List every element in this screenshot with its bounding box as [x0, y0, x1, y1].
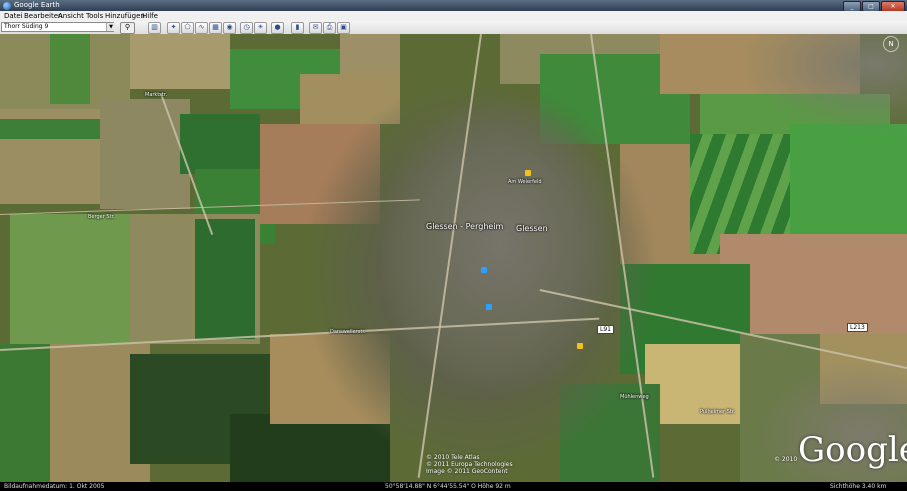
street-label: Berger Str. [88, 214, 115, 220]
poi-marker[interactable] [481, 267, 487, 273]
search-input-value: Thorr Süding 9 [4, 23, 49, 30]
copyright-line: © 2010 Tele Atlas [426, 454, 480, 461]
placemark-icon[interactable]: ✦ [167, 22, 180, 34]
tour-icon[interactable]: ◉ [223, 22, 236, 34]
save-image-icon[interactable]: ▣ [337, 22, 350, 34]
sidebar-icon[interactable]: ▥ [148, 22, 161, 34]
search-input[interactable]: Thorr Süding 9 [1, 22, 114, 32]
window-title: Google Earth [14, 1, 60, 9]
copyright-line: Image © 2011 GeoContent [426, 468, 508, 475]
path-icon[interactable]: ∿ [195, 22, 208, 34]
menu-ansicht[interactable]: Ansicht [58, 12, 84, 20]
road-label-l213: L213 [847, 323, 868, 332]
imagery-date: Bildaufnahmedatum: 1. Okt 2005 [4, 483, 105, 490]
historical-imagery-icon[interactable]: ◷ [240, 22, 253, 34]
field [180, 114, 260, 174]
menu-hinzufuegen[interactable]: Hinzufügen [105, 12, 145, 20]
planets-icon[interactable]: ● [271, 22, 284, 34]
menu-hilfe[interactable]: Hilfe [142, 12, 158, 20]
email-icon[interactable]: ✉ [309, 22, 322, 34]
overlay-icon[interactable]: ▦ [209, 22, 222, 34]
field [790, 124, 907, 234]
street-label: Marktstr. [145, 92, 168, 98]
town-area [740, 34, 907, 134]
status-bar: Bildaufnahmedatum: 1. Okt 2005 50°58'14.… [0, 482, 907, 491]
field [340, 34, 400, 74]
street-label: Am Weierfeld [508, 179, 542, 185]
compass-label: N [888, 40, 894, 48]
field [100, 99, 190, 209]
poi-marker[interactable] [525, 170, 531, 176]
satellite-map[interactable]: Glessen - Pergheim Glessen Marktstr. Ber… [0, 34, 907, 482]
field [130, 34, 230, 89]
poi-marker[interactable] [486, 304, 492, 310]
field [195, 219, 255, 339]
place-label-glessen: Glessen [516, 224, 548, 233]
copyright-year: © 2010 [774, 456, 798, 463]
copyright-text: © 2010 Tele Atlas © 2011 Europa Technolo… [426, 454, 513, 475]
poi-marker[interactable] [577, 343, 583, 349]
menu-bearbeiten[interactable]: Bearbeiten [24, 12, 62, 20]
street-label: Dansweilerstr. [330, 329, 366, 335]
polygon-icon[interactable]: ⬠ [181, 22, 194, 34]
google-earth-icon [3, 2, 11, 10]
cursor-coordinates: 50°58'14.88" N 6°44'55.54" O Höhe 92 m [385, 483, 511, 490]
street-label: Mühlenweg [620, 394, 649, 400]
toolbar: Thorr Süding 9 ▼ ⚲ ▥ ✦ ⬠ ∿ ▦ ◉ ◷ ☀ ● ▮ ✉… [0, 21, 907, 35]
field [0, 119, 100, 139]
search-icon: ⚲ [124, 23, 131, 31]
sun-icon[interactable]: ☀ [254, 22, 267, 34]
field [10, 214, 130, 344]
street-label: Pulheimer Str. [700, 409, 736, 415]
town-center [380, 94, 620, 394]
chevron-down-icon[interactable]: ▼ [106, 23, 115, 31]
ruler-icon[interactable]: ▮ [291, 22, 304, 34]
eye-altitude: Sichthöhe 3.40 km [830, 483, 887, 490]
search-button[interactable]: ⚲ [120, 22, 135, 34]
field [50, 34, 90, 104]
title-bar: Google Earth _ □ ✕ [0, 0, 907, 12]
google-watermark: Google [798, 430, 907, 470]
compass-icon[interactable]: N [883, 36, 899, 52]
menu-tools[interactable]: Tools [86, 12, 103, 20]
print-icon[interactable]: ⎙ [323, 22, 336, 34]
copyright-line: © 2011 Europa Technologies [426, 461, 513, 468]
place-label-glessen-pergheim: Glessen - Pergheim [426, 222, 504, 231]
road-label-l91: L91 [597, 325, 614, 334]
menu-datei[interactable]: Datei [4, 12, 23, 20]
